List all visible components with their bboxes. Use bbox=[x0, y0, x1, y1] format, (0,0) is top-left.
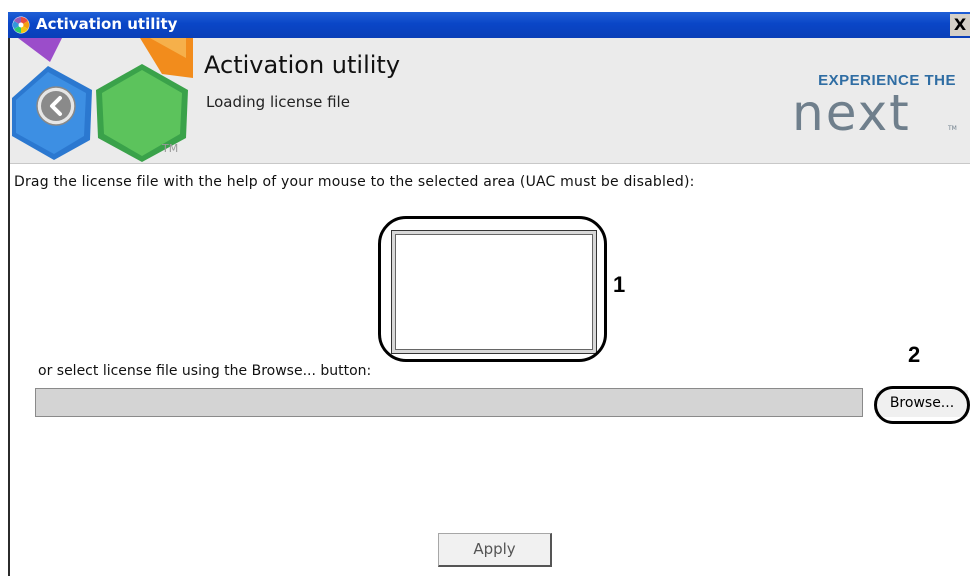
title-bar[interactable]: Activation utility X bbox=[8, 12, 970, 38]
window-title: Activation utility bbox=[36, 15, 178, 33]
browse-hint: or select license file using the Browse.… bbox=[38, 363, 372, 379]
brand-next-logo: next TM bbox=[792, 90, 957, 134]
activation-window: TM Activation utility Loading license fi… bbox=[8, 38, 970, 576]
header-subtitle: Loading license file bbox=[206, 93, 350, 111]
brand-tagline: EXPERIENCE THE bbox=[818, 72, 956, 89]
brand-tm: TM bbox=[947, 125, 957, 132]
browse-button-highlight bbox=[874, 386, 970, 424]
app-logo-icon bbox=[12, 16, 30, 34]
close-button[interactable]: X bbox=[950, 14, 970, 36]
callout-1: 1 bbox=[613, 272, 626, 297]
drag-instruction: Drag the license file with the help of y… bbox=[14, 174, 695, 190]
apply-button[interactable]: Apply bbox=[438, 533, 552, 567]
callout-2: 2 bbox=[908, 342, 921, 367]
product-logo: TM bbox=[12, 38, 193, 162]
brand-word: next bbox=[792, 90, 911, 134]
close-icon: X bbox=[953, 15, 967, 34]
header-title: Activation utility bbox=[204, 51, 401, 79]
back-arrow-icon bbox=[36, 86, 76, 126]
header-panel: TM Activation utility Loading license fi… bbox=[10, 38, 970, 164]
license-path-field[interactable] bbox=[35, 388, 863, 417]
drop-area-highlight bbox=[378, 216, 607, 362]
logo-tm: TM bbox=[161, 142, 178, 155]
